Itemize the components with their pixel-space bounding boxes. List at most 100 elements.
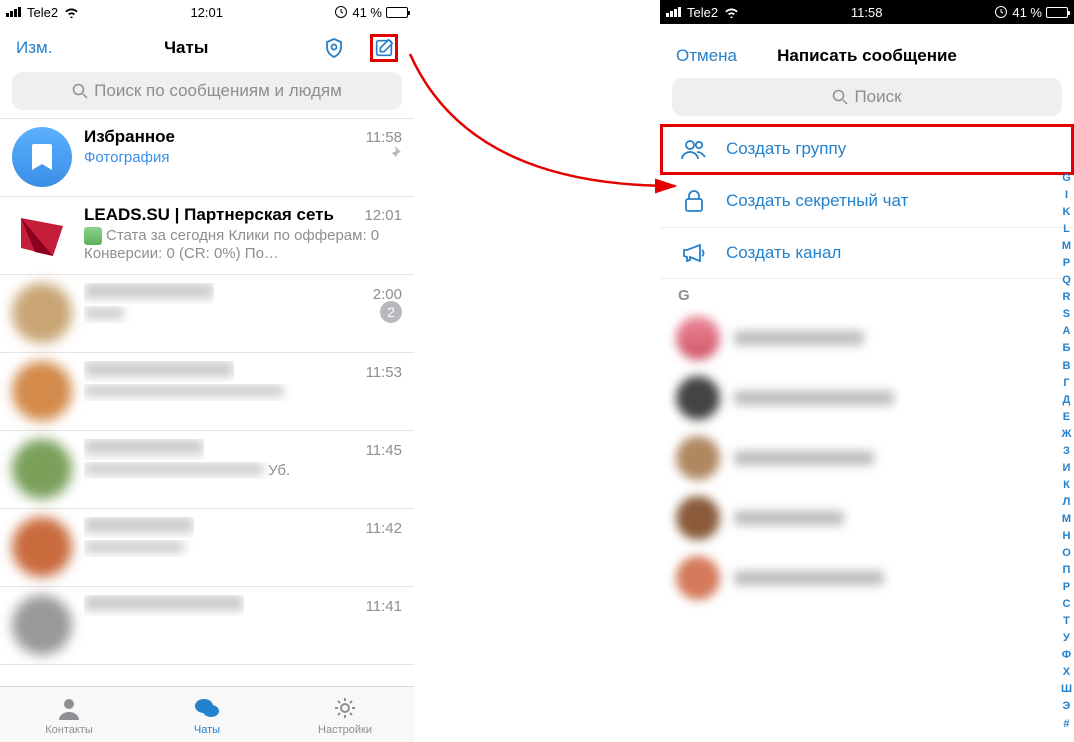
- chat-time: 11:58: [366, 129, 402, 146]
- alpha-letter[interactable]: G: [1061, 170, 1072, 187]
- edit-button[interactable]: Изм.: [16, 38, 52, 58]
- contact-name: [734, 511, 844, 525]
- signal-icon: [666, 7, 681, 17]
- alpha-letter[interactable]: Т: [1061, 613, 1072, 630]
- alpha-letter[interactable]: Н: [1061, 528, 1072, 545]
- modal-title: Написать сообщение: [777, 46, 957, 65]
- contact-list[interactable]: [660, 308, 1074, 608]
- alpha-letter[interactable]: Р: [1061, 579, 1072, 596]
- avatar: [676, 316, 720, 360]
- avatar: [676, 556, 720, 600]
- create-secret-chat-button[interactable]: Создать секретный чат: [660, 175, 1074, 228]
- unread-badge: 2: [380, 301, 402, 323]
- contact-row[interactable]: [660, 308, 1074, 368]
- alpha-letter[interactable]: M: [1061, 238, 1072, 255]
- alpha-letter[interactable]: Ж: [1061, 426, 1072, 443]
- compose-button[interactable]: [370, 34, 398, 62]
- chat-preview: Фотография: [84, 149, 402, 166]
- rotation-lock-icon: [334, 5, 348, 19]
- chat-row[interactable]: 11:53: [0, 353, 414, 431]
- alpha-letter[interactable]: К: [1061, 477, 1072, 494]
- action-label: Создать секретный чат: [726, 191, 908, 211]
- alpha-letter[interactable]: P: [1061, 255, 1072, 272]
- search-icon: [832, 89, 848, 105]
- alpha-letter[interactable]: С: [1061, 596, 1072, 613]
- alpha-letter[interactable]: И: [1061, 460, 1072, 477]
- search-placeholder: Поиск по сообщениям и людям: [94, 81, 342, 101]
- status-bar: Tele2 12:01 41 %: [0, 0, 414, 24]
- chat-row[interactable]: 11:42: [0, 509, 414, 587]
- chat-name: Избранное: [84, 127, 175, 147]
- chat-time: 11:41: [366, 598, 402, 615]
- chat-row[interactable]: LEADS.SU | Партнерская сеть 12:01 Стата …: [0, 197, 414, 275]
- contact-row[interactable]: [660, 368, 1074, 428]
- alpha-letter[interactable]: #: [1061, 716, 1072, 733]
- chat-list[interactable]: Избранное 11:58 Фотография LEADS.SU | Па…: [0, 118, 414, 686]
- battery-icon: [1046, 7, 1068, 18]
- proxy-shield-icon[interactable]: [320, 34, 348, 62]
- alpha-letter[interactable]: Б: [1061, 340, 1072, 357]
- megaphone-icon: [680, 242, 708, 264]
- tab-settings[interactable]: Настройки: [276, 687, 414, 742]
- bookmark-icon: [12, 127, 72, 187]
- cancel-button[interactable]: Отмена: [676, 46, 737, 66]
- chat-preview: [84, 385, 284, 397]
- chat-name: [84, 283, 214, 299]
- alpha-letter[interactable]: R: [1061, 289, 1072, 306]
- chat-preview: [84, 541, 184, 553]
- alpha-letter[interactable]: М: [1061, 511, 1072, 528]
- alpha-letter[interactable]: Э: [1061, 698, 1072, 715]
- search-input[interactable]: Поиск по сообщениям и людям: [12, 72, 402, 110]
- avatar: [676, 436, 720, 480]
- action-label: Создать канал: [726, 243, 841, 263]
- create-channel-button[interactable]: Создать канал: [660, 228, 1074, 279]
- tab-chats[interactable]: Чаты: [138, 687, 276, 742]
- avatar: [12, 595, 72, 655]
- contact-row[interactable]: [660, 548, 1074, 608]
- contact-search-input[interactable]: Поиск: [672, 78, 1062, 116]
- contact-row[interactable]: [660, 488, 1074, 548]
- alpha-letter[interactable]: Ф: [1061, 647, 1072, 664]
- chat-row[interactable]: 2:00 2: [0, 275, 414, 353]
- alpha-letter[interactable]: П: [1061, 562, 1072, 579]
- alpha-letter[interactable]: I: [1061, 187, 1072, 204]
- contact-name: [734, 331, 864, 345]
- avatar: [12, 517, 72, 577]
- alpha-letter[interactable]: Г: [1061, 375, 1072, 392]
- chat-preview: [84, 463, 264, 475]
- alpha-letter[interactable]: О: [1061, 545, 1072, 562]
- alpha-letter[interactable]: K: [1061, 204, 1072, 221]
- chat-time: 11:53: [366, 364, 402, 381]
- chat-name: [84, 439, 204, 455]
- chat-row[interactable]: 11:45 Уб.: [0, 431, 414, 509]
- alpha-letter[interactable]: Д: [1061, 392, 1072, 409]
- alpha-letter[interactable]: Л: [1061, 494, 1072, 511]
- chat-time: 11:45: [366, 442, 402, 459]
- group-icon: [680, 138, 708, 160]
- avatar: [12, 283, 72, 343]
- alpha-letter[interactable]: L: [1061, 221, 1072, 238]
- wifi-icon: [724, 7, 739, 18]
- carrier-name: Tele2: [27, 5, 58, 20]
- alpha-letter[interactable]: Е: [1061, 409, 1072, 426]
- alpha-letter[interactable]: Ш: [1061, 681, 1072, 698]
- nav-header: Изм. Чаты: [0, 24, 414, 72]
- alpha-letter[interactable]: А: [1061, 323, 1072, 340]
- contact-row[interactable]: [660, 428, 1074, 488]
- alpha-letter[interactable]: Q: [1061, 272, 1072, 289]
- alpha-letter[interactable]: S: [1061, 306, 1072, 323]
- alpha-letter[interactable]: З: [1061, 443, 1072, 460]
- alpha-letter[interactable]: В: [1061, 358, 1072, 375]
- contact-name: [734, 571, 884, 585]
- status-time: 12:01: [190, 5, 223, 20]
- chat-row[interactable]: 11:41: [0, 587, 414, 665]
- tab-contacts[interactable]: Контакты: [0, 687, 138, 742]
- page-title: Чаты: [164, 38, 208, 58]
- alpha-letter[interactable]: У: [1061, 630, 1072, 647]
- alphabet-index[interactable]: GIKLMPQRSАБВГДЕЖЗИКЛМНОПРСТУФХШЭ#: [1061, 170, 1072, 733]
- chat-row[interactable]: Избранное 11:58 Фотография: [0, 119, 414, 197]
- alpha-letter[interactable]: Х: [1061, 664, 1072, 681]
- status-time: 11:58: [851, 5, 883, 20]
- avatar: [676, 376, 720, 420]
- create-group-button[interactable]: Создать группу: [660, 124, 1074, 175]
